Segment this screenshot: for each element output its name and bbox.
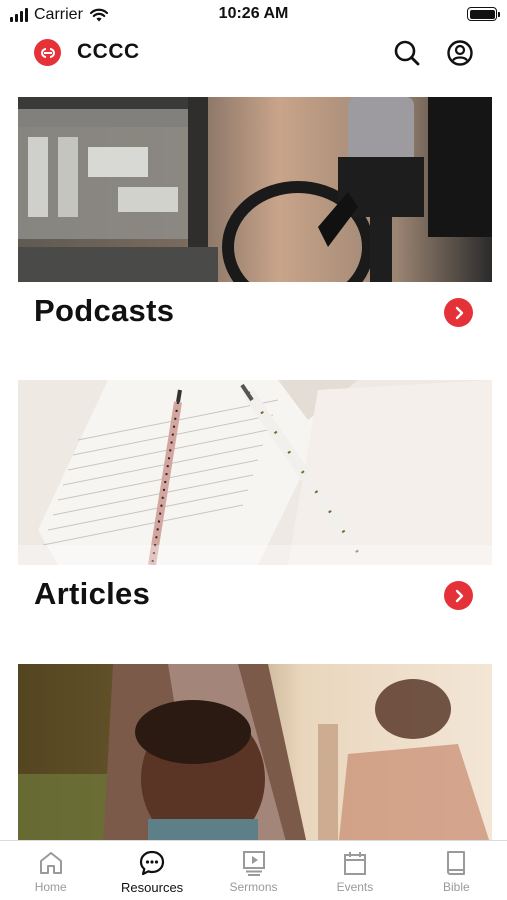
articles-card[interactable]: Articles bbox=[18, 380, 492, 611]
family-image bbox=[18, 664, 492, 840]
calendar-icon bbox=[343, 852, 366, 875]
battery-icon bbox=[467, 7, 500, 21]
chevron-right-icon bbox=[455, 589, 463, 602]
search-icon[interactable] bbox=[392, 38, 422, 68]
bottom-tab-bar: Home Resources Sermons Events Bible bbox=[0, 840, 507, 900]
resources-feed[interactable]: Podcasts Articles bbox=[0, 78, 507, 840]
account-icon[interactable] bbox=[445, 38, 475, 68]
app-title: CCCC bbox=[77, 40, 140, 63]
tab-events-label: Events bbox=[336, 880, 374, 894]
articles-image bbox=[18, 380, 492, 565]
logo-mark-icon bbox=[40, 47, 55, 58]
status-bar: Carrier 10:26 AM bbox=[0, 0, 507, 30]
chat-bubble-icon bbox=[140, 850, 165, 876]
podcasts-arrow-button[interactable] bbox=[444, 298, 473, 327]
book-icon bbox=[447, 851, 466, 875]
tab-events[interactable]: Events bbox=[304, 841, 405, 900]
app-header: CCCC bbox=[0, 30, 507, 78]
chevron-right-icon bbox=[455, 306, 463, 319]
tab-resources-label: Resources bbox=[121, 880, 184, 895]
tab-home-label: Home bbox=[34, 880, 67, 894]
home-icon bbox=[39, 852, 62, 874]
tab-bible-label: Bible bbox=[442, 880, 470, 894]
family-card[interactable] bbox=[18, 664, 492, 840]
tab-home[interactable]: Home bbox=[0, 841, 101, 900]
status-time: 10:26 AM bbox=[218, 5, 289, 22]
podcasts-image bbox=[18, 97, 492, 282]
logo[interactable] bbox=[34, 39, 61, 66]
video-playlist-icon bbox=[242, 851, 265, 876]
tab-resources[interactable]: Resources bbox=[101, 841, 202, 900]
articles-arrow-button[interactable] bbox=[444, 581, 473, 610]
tab-sermons-label: Sermons bbox=[229, 880, 278, 894]
podcasts-title: Podcasts bbox=[34, 293, 175, 328]
articles-title: Articles bbox=[34, 576, 151, 611]
podcasts-card[interactable]: Podcasts bbox=[18, 97, 492, 328]
tab-bible[interactable]: Bible bbox=[406, 841, 507, 900]
tab-sermons[interactable]: Sermons bbox=[203, 841, 304, 900]
